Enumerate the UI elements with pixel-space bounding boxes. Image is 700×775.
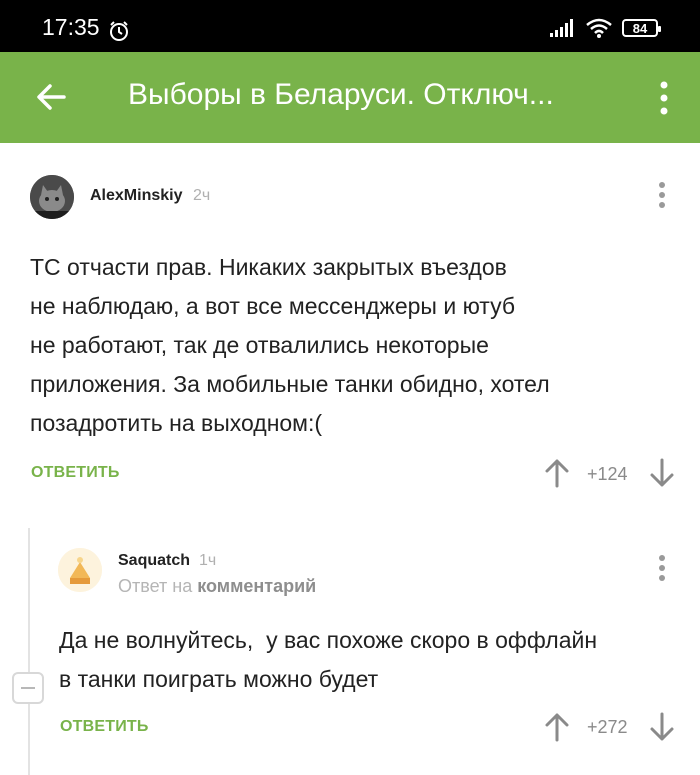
- battery-indicator: 84: [622, 19, 661, 37]
- reply-to-line: Ответ на комментарий: [118, 576, 316, 597]
- avatar[interactable]: [30, 175, 74, 219]
- thread-line[interactable]: [28, 528, 30, 775]
- avatar-cat-icon: [30, 175, 74, 219]
- comment-menu-icon[interactable]: [658, 181, 666, 209]
- reply-button[interactable]: ОТВЕТИТЬ: [60, 718, 149, 736]
- status-bar: 17:35 84: [0, 0, 700, 52]
- avatar-cake-icon: [58, 548, 102, 592]
- comment-text: Да не волнуйтесь, у вас похоже скоро в о…: [59, 621, 597, 699]
- comment-score: +124: [587, 464, 628, 484]
- avatar[interactable]: [58, 548, 102, 592]
- comment-author[interactable]: Saquatch: [118, 552, 190, 570]
- comment-time: 1ч: [199, 552, 217, 569]
- back-arrow-icon[interactable]: [34, 79, 70, 115]
- overflow-menu-icon[interactable]: [660, 80, 668, 116]
- status-time: 17:35: [42, 14, 100, 40]
- comment-menu-icon[interactable]: [658, 554, 666, 582]
- upvote-arrow-icon[interactable]: [544, 458, 570, 488]
- collapse-thread-button[interactable]: [12, 672, 44, 704]
- signal-icon: [550, 19, 573, 37]
- downvote-arrow-icon[interactable]: [649, 712, 675, 742]
- battery-level: 84: [632, 20, 648, 36]
- reply-to-link[interactable]: комментарий: [197, 576, 316, 596]
- alarm-icon: [110, 21, 128, 41]
- comment-text-line: в танки поиграть можно будет: [59, 666, 379, 692]
- reply-to-prefix: Ответ на: [118, 576, 193, 596]
- downvote-arrow-icon[interactable]: [649, 458, 675, 488]
- reply-button[interactable]: ОТВЕТИТЬ: [31, 464, 120, 482]
- comment-score: +272: [587, 717, 628, 737]
- comment-time: 2ч: [193, 187, 211, 204]
- wifi-icon: [586, 18, 612, 38]
- upvote-arrow-icon[interactable]: [544, 712, 570, 742]
- comment-text-line: не работают, так де отвалились некоторые: [30, 332, 489, 358]
- comment-text-line: позадротить на выходном:(: [30, 410, 323, 436]
- comment-text-line: Да не волнуйтесь, у вас похоже скоро в о…: [59, 627, 598, 653]
- app-bar: Выборы в Беларуси. Отключ...: [0, 52, 700, 143]
- comment-text-line: приложения. За мобильные танки обидно, х…: [30, 371, 550, 397]
- comment-text-line: не наблюдаю, а вот все мессенджеры и юту…: [30, 293, 516, 319]
- comment-text: ТС отчасти прав. Никаких закрытых въездо…: [30, 248, 550, 443]
- comment-text-line: ТС отчасти прав. Никаких закрытых въездо…: [30, 254, 507, 280]
- comment-author[interactable]: AlexMinskiy: [90, 187, 182, 205]
- page-title: Выборы в Беларуси. Отключ...: [128, 78, 554, 111]
